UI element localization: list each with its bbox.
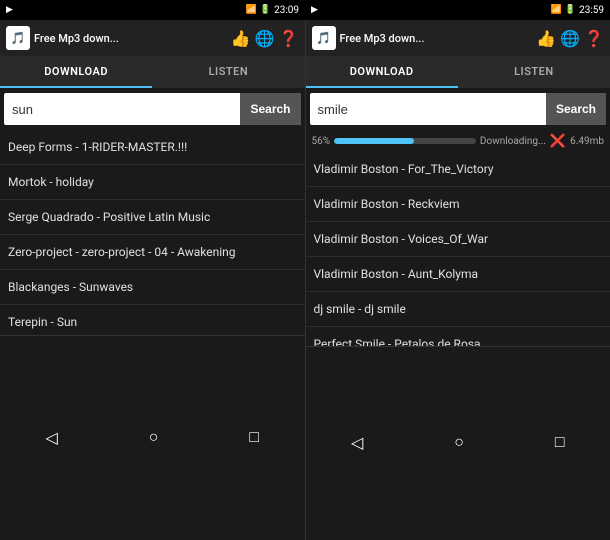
right-song-list[interactable]: Vladimir Boston - For_The_Victory Vladim… [306,152,610,346]
right-back-button[interactable]: ◁ [343,429,371,457]
right-app-header: 🎵 Free Mp3 down... 👍 🌐 ❓ [306,20,610,56]
left-panel: 🎵 Free Mp3 down... 👍 🌐 ❓ DOWNLOAD LISTEN… [0,20,306,540]
left-tab-download[interactable]: DOWNLOAD [0,56,152,88]
list-item[interactable]: Deep Forms - 1-RIDER-MASTER.!!! [0,130,305,165]
left-tabs: DOWNLOAD LISTEN [0,56,305,88]
progress-size: 6.49mb [570,136,604,147]
list-item[interactable]: Mortok - holiday [0,165,305,200]
left-tab-listen[interactable]: LISTEN [152,56,304,88]
list-item[interactable]: Zero-project - zero-project - 04 - Awake… [0,235,305,270]
left-thumbs-icon[interactable]: 👍 [231,29,251,48]
right-help-icon[interactable]: ❓ [584,29,604,48]
progress-label: Downloading... [480,136,546,147]
download-progress-bar: 56% Downloading... ❌ 6.49mb [306,130,610,152]
right-search-button[interactable]: Search [546,93,606,125]
left-app-title: Free Mp3 down... [34,32,227,45]
battery-icon-left: 🔋 [260,5,271,15]
right-app-title: Free Mp3 down... [340,32,533,45]
right-search-bar: Search [310,93,607,125]
play-icon-right: ▶ [311,5,318,15]
status-bar-right-panel: ▶ 📶 🔋 23:59 [305,0,610,20]
left-search-bar: Search [4,93,301,125]
left-recents-button[interactable]: □ [241,425,267,451]
list-item[interactable]: Vladimir Boston - For_The_Victory [306,152,610,187]
right-tabs: DOWNLOAD LISTEN [306,56,610,88]
left-help-icon[interactable]: ❓ [279,29,299,48]
status-bar-left-panel: ▶ 📶 🔋 23:09 [0,0,305,20]
list-item[interactable]: Perfect Smile - Petalos de Rosa [306,327,610,346]
list-item[interactable]: Vladimir Boston - Reckviem [306,187,610,222]
right-nav-bar: ◁ ○ □ [306,346,610,540]
left-search-input[interactable] [4,102,240,117]
battery-icon-right: 🔋 [565,5,576,15]
right-tab-download[interactable]: DOWNLOAD [306,56,458,88]
progress-percent: 56% [312,136,331,147]
left-app-header: 🎵 Free Mp3 down... 👍 🌐 ❓ [0,20,305,56]
progress-bar-fill [334,138,413,144]
right-recents-button[interactable]: □ [547,430,573,456]
right-header-icons: 👍 🌐 ❓ [536,29,604,48]
status-bars: ▶ 📶 🔋 23:09 ▶ 📶 🔋 23:59 [0,0,610,20]
list-item[interactable]: Serge Quadrado - Positive Latin Music [0,200,305,235]
signal-icon-left: 📶 [246,5,257,15]
left-search-button[interactable]: Search [240,93,300,125]
list-item[interactable]: Terepin - Sun [0,305,305,335]
list-item[interactable]: Vladimir Boston - Aunt_Kolyma [306,257,610,292]
time-left: 23:09 [274,5,299,16]
signal-icon-right: 📶 [551,5,562,15]
list-item[interactable]: Blackanges - Sunwaves [0,270,305,305]
play-icon-left: ▶ [6,5,13,15]
left-header-icons: 👍 🌐 ❓ [231,29,299,48]
left-globe-icon[interactable]: 🌐 [255,29,275,48]
right-app-icon: 🎵 [312,26,336,50]
list-item[interactable]: dj smile - dj smile [306,292,610,327]
progress-cancel-button[interactable]: ❌ [550,134,566,149]
left-home-button[interactable]: ○ [141,425,167,451]
right-search-input[interactable] [310,102,546,117]
right-panel: 🎵 Free Mp3 down... 👍 🌐 ❓ DOWNLOAD LISTEN… [306,20,610,540]
left-back-button[interactable]: ◁ [37,424,65,452]
left-song-list[interactable]: Deep Forms - 1-RIDER-MASTER.!!! Mortok -… [0,130,305,335]
time-right: 23:59 [579,5,604,16]
left-nav-bar: ◁ ○ □ [0,335,305,540]
right-tab-listen[interactable]: LISTEN [458,56,610,88]
right-globe-icon[interactable]: 🌐 [560,29,580,48]
progress-bar-container [334,138,476,144]
right-thumbs-icon[interactable]: 👍 [536,29,556,48]
list-item[interactable]: Vladimir Boston - Voices_Of_War [306,222,610,257]
left-app-icon: 🎵 [6,26,30,50]
right-home-button[interactable]: ○ [446,430,472,456]
panels-container: 🎵 Free Mp3 down... 👍 🌐 ❓ DOWNLOAD LISTEN… [0,20,610,540]
